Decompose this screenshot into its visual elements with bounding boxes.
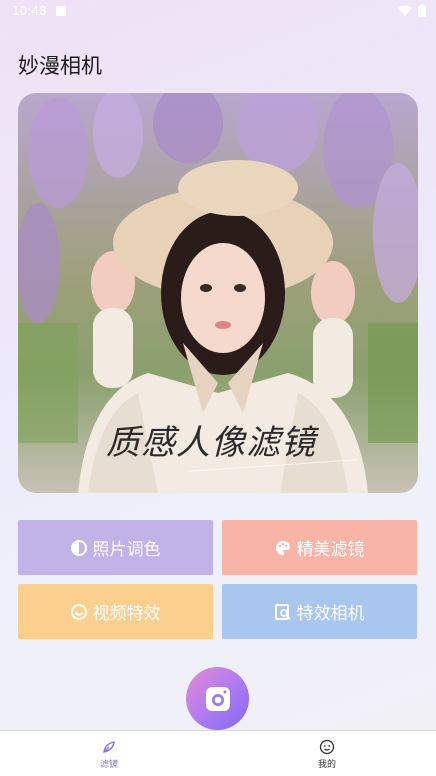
status-time: 10:48 xyxy=(12,4,47,18)
battery-icon xyxy=(418,4,426,17)
notification-icon xyxy=(56,6,66,16)
filters-button[interactable]: 精美滤镜 xyxy=(222,520,417,575)
face-icon xyxy=(319,739,335,755)
video-effects-button[interactable]: 视频特效 xyxy=(18,584,213,639)
image-search-icon xyxy=(274,603,291,620)
effect-camera-button[interactable]: 特效相机 xyxy=(222,584,417,639)
video-effects-label: 视频特效 xyxy=(92,604,161,624)
wifi-icon xyxy=(398,5,412,16)
camera-button[interactable] xyxy=(186,667,249,730)
palette-icon xyxy=(275,540,290,555)
nav-label-filters: 滤镜 xyxy=(99,760,118,770)
hero-caption: 质感人像滤镜 xyxy=(106,423,316,463)
effect-camera-label: 特效相机 xyxy=(296,604,365,624)
nav-label-mine: 我的 xyxy=(317,760,336,770)
camera-icon xyxy=(205,686,230,711)
app-title: 妙漫相机 xyxy=(18,54,102,78)
filters-label: 精美滤镜 xyxy=(296,540,365,560)
status-bar: 10:48 xyxy=(0,0,436,24)
hero-banner-image[interactable]: 质感人像滤镜 xyxy=(18,93,418,493)
nav-item-mine[interactable]: 我的 xyxy=(297,739,357,770)
photo-color-label: 照片调色 xyxy=(92,540,161,560)
bottom-nav: 滤镜 我的 xyxy=(0,730,436,776)
nav-item-filters[interactable]: 滤镜 xyxy=(79,739,139,770)
feather-icon xyxy=(103,741,115,753)
photo-color-button[interactable]: 照片调色 xyxy=(18,520,213,575)
status-icons xyxy=(398,4,426,17)
smile-icon xyxy=(70,603,87,620)
contrast-icon xyxy=(70,539,87,556)
